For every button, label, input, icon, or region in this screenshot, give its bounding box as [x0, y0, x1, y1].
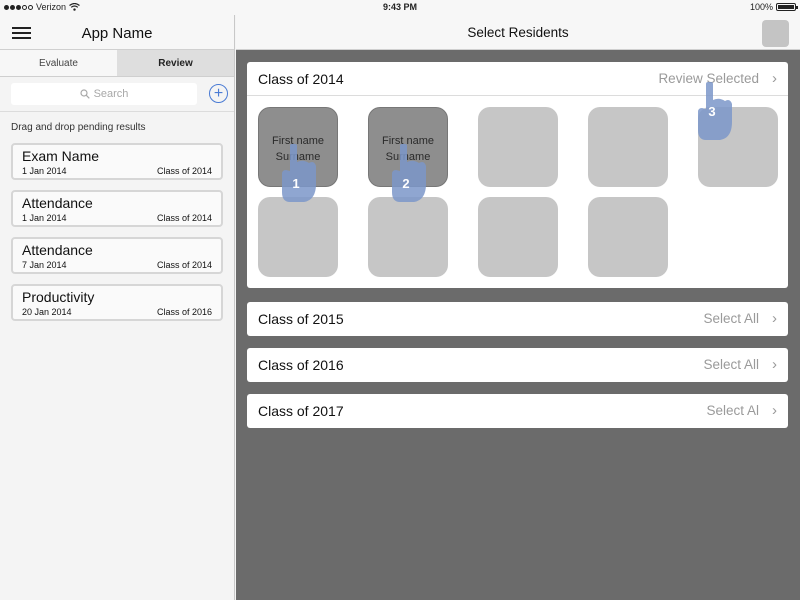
class-row-2017[interactable]: Class of 2017 Select Al ›: [247, 394, 788, 428]
resident-tile[interactable]: [258, 197, 338, 277]
class-card-2016: Class of 2016 Select All ›: [247, 348, 788, 382]
result-card[interactable]: Productivity 20 Jan 2014 Class of 2016: [11, 284, 223, 321]
gesture-number: 1: [292, 176, 300, 191]
tab-review[interactable]: Review: [117, 50, 234, 76]
pending-results-list: Exam Name 1 Jan 2014 Class of 2014 Atten…: [11, 143, 223, 331]
drag-hint: Drag and drop pending results: [11, 122, 146, 133]
status-right: 100%: [749, 2, 798, 12]
gesture-number: 3: [708, 104, 716, 119]
chevron-right-icon: ›: [772, 70, 777, 87]
result-class: Class of 2014: [156, 213, 212, 223]
class-label: Class of 2014: [258, 71, 344, 87]
class-row-2015[interactable]: Class of 2015 Select All ›: [247, 302, 788, 336]
select-all-button[interactable]: Select Al: [706, 403, 759, 418]
class-row-2016[interactable]: Class of 2016 Select All ›: [247, 348, 788, 382]
page-title: Select Residents: [467, 25, 569, 40]
gesture-number: 2: [402, 176, 410, 191]
class-label: Class of 2016: [258, 357, 344, 373]
result-card[interactable]: Attendance 1 Jan 2014 Class of 2014: [11, 190, 223, 227]
chevron-right-icon: ›: [772, 310, 777, 327]
search-row: Search +: [0, 77, 234, 112]
resident-tile[interactable]: [588, 107, 668, 187]
segmented-tabs: Evaluate Review: [0, 50, 234, 77]
class-label: Class of 2015: [258, 311, 344, 327]
result-class: Class of 2014: [156, 260, 212, 270]
tap-hand-icon: 2: [386, 144, 428, 204]
search-placeholder: Search: [93, 88, 129, 100]
result-name: Productivity: [22, 289, 95, 305]
result-date: 1 Jan 2014: [22, 213, 67, 223]
resident-tile[interactable]: [368, 197, 448, 277]
class-card-2017: Class of 2017 Select Al ›: [247, 394, 788, 428]
status-time: 9:43 PM: [382, 2, 417, 12]
battery-icon: [776, 3, 798, 11]
status-bar: Verizon 9:43 PM 100%: [0, 0, 800, 15]
left-header: App Name: [0, 15, 234, 50]
tab-evaluate[interactable]: Evaluate: [0, 50, 117, 76]
class-label: Class of 2017: [258, 403, 344, 419]
plus-circle-icon: +: [213, 84, 224, 102]
app-title: App Name: [81, 25, 153, 42]
search-input[interactable]: Search: [11, 83, 197, 105]
select-all-button[interactable]: Select All: [703, 357, 759, 372]
resident-tile[interactable]: [478, 197, 558, 277]
chevron-right-icon: ›: [772, 402, 777, 419]
tap-hand-icon: 1: [276, 144, 318, 204]
result-date: 20 Jan 2014: [22, 307, 72, 317]
class-card-2015: Class of 2015 Select All ›: [247, 302, 788, 336]
battery-fill: [778, 5, 794, 9]
tap-hand-icon: 3: [692, 82, 734, 142]
result-card[interactable]: Attendance 7 Jan 2014 Class of 2014: [11, 237, 223, 274]
result-date: 7 Jan 2014: [22, 260, 67, 270]
avatar[interactable]: [762, 20, 789, 47]
result-date: 1 Jan 2014: [22, 166, 67, 176]
resident-tile[interactable]: [478, 107, 558, 187]
chevron-right-icon: ›: [772, 356, 777, 373]
result-class: Class of 2014: [156, 166, 212, 176]
select-all-button[interactable]: Select All: [703, 311, 759, 326]
search-icon: [79, 89, 90, 99]
result-name: Exam Name: [22, 148, 100, 164]
result-card[interactable]: Exam Name 1 Jan 2014 Class of 2014: [11, 143, 223, 180]
add-button[interactable]: +: [209, 84, 228, 103]
right-header: Select Residents: [236, 15, 800, 50]
result-name: Attendance: [22, 195, 93, 211]
result-name: Attendance: [22, 242, 93, 258]
result-class: Class of 2016: [156, 307, 212, 317]
left-panel: App Name Evaluate Review Search + Drag a…: [0, 15, 235, 600]
battery-label: 100%: [749, 2, 773, 12]
resident-tile[interactable]: [588, 197, 668, 277]
